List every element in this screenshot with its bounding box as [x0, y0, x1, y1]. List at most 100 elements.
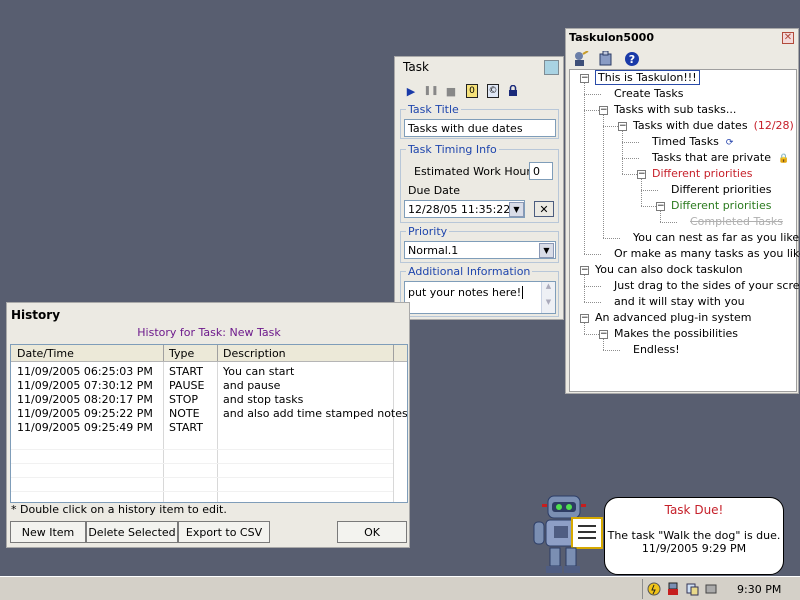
notes-scrollbar[interactable]: ▲ ▼ — [541, 282, 555, 313]
network-icon[interactable] — [684, 581, 700, 597]
cell-type: NOTE — [169, 407, 200, 420]
tree-node[interactable]: You can nest as far as you like — [633, 231, 799, 245]
volume-icon[interactable] — [703, 581, 719, 597]
collapse-toggle-icon[interactable]: − — [580, 74, 589, 83]
tree-node[interactable]: Different priorities — [671, 199, 771, 213]
tree-node[interactable]: Tasks that are private 🔒 — [652, 151, 789, 165]
lock-icon[interactable] — [503, 82, 523, 100]
task-tree[interactable]: − This is Taskulon!!! Create Tasks − Tasks w… — [569, 69, 800, 392]
tree-node[interactable]: Completed Tasks — [690, 215, 783, 229]
delete-selected-button[interactable]: Delete Selected — [86, 521, 178, 543]
column-divider[interactable] — [217, 345, 218, 361]
play-icon[interactable]: ▶ — [401, 82, 421, 100]
history-subtitle: History for Task: New Task — [137, 326, 281, 339]
collapse-toggle-icon[interactable]: − — [599, 330, 608, 339]
tree-node-label: Create Tasks — [614, 87, 684, 100]
tree-node[interactable]: Timed Tasks ⟳ — [652, 135, 733, 149]
due-date-dropdown[interactable]: ▼ — [509, 202, 524, 217]
cell-type: START — [169, 365, 203, 378]
collapse-toggle-icon[interactable]: − — [637, 170, 646, 179]
tree-connector — [660, 210, 661, 222]
due-date-input[interactable]: 12/28/05 11:35:22 — [404, 200, 525, 218]
column-header-datetime[interactable]: Date/Time — [17, 347, 74, 360]
timer-icon[interactable]: 0 — [461, 82, 483, 100]
lock-icon: 🔒 — [777, 154, 790, 164]
copy-icon[interactable]: © — [483, 82, 503, 100]
help-icon[interactable]: ? — [621, 51, 643, 67]
taskbar-clock[interactable]: 9:30 PM — [737, 583, 781, 596]
task-title-input[interactable]: Tasks with due dates — [404, 119, 556, 137]
collapse-toggle-icon[interactable]: − — [580, 266, 589, 275]
tree-node-label: Tasks that are private — [652, 151, 771, 164]
task-toolbar: ▶ ❚❚ ■ 0 © — [401, 80, 558, 102]
history-table[interactable]: Date/Time Type Description 11/09/2005 06… — [10, 344, 408, 503]
stop-icon[interactable]: ■ — [441, 82, 461, 100]
grid-line — [393, 362, 394, 502]
tree-node-label: Tasks with due dates — [633, 119, 748, 132]
clear-due-date-button[interactable]: ✕ — [534, 201, 554, 217]
taskulon-tray-icon[interactable] — [665, 581, 681, 597]
taskbar: 9:30 PM — [0, 576, 800, 600]
new-item-button[interactable]: New Item — [10, 521, 86, 543]
tree-node[interactable]: Different priorities — [671, 183, 771, 197]
tree-node[interactable]: Endless! — [633, 343, 680, 357]
history-hint: * Double click on a history item to edit… — [11, 503, 227, 516]
scroll-up-icon[interactable]: ▲ — [542, 282, 555, 290]
tree-node[interactable]: You can also dock taskulon — [595, 263, 743, 277]
priority-select[interactable]: Normal.1 — [404, 241, 556, 259]
cell-type: START — [169, 421, 203, 434]
tree-connector — [584, 302, 601, 303]
tree-node-label: Completed Tasks — [690, 215, 783, 228]
scroll-down-icon[interactable]: ▼ — [542, 298, 555, 306]
power-icon[interactable] — [646, 581, 662, 597]
column-header-description[interactable]: Description — [223, 347, 286, 360]
est-hours-input[interactable]: 0 — [529, 162, 553, 180]
column-header-type[interactable]: Type — [169, 347, 194, 360]
priority-dropdown[interactable]: ▼ — [539, 243, 554, 258]
tree-node[interactable]: Makes the possibilities — [614, 327, 738, 341]
task-color-swatch[interactable] — [544, 60, 559, 75]
collapse-toggle-icon[interactable]: − — [599, 106, 608, 115]
collapse-toggle-icon[interactable]: − — [618, 122, 627, 131]
table-row[interactable]: 11/09/2005 06:25:03 PM START You can start — [11, 365, 391, 379]
notes-textarea[interactable]: put your notes here! — [404, 281, 556, 314]
table-row[interactable]: 11/09/2005 07:30:12 PM PAUSE and pause — [11, 379, 391, 393]
tree-node[interactable]: An advanced plug-in system — [595, 311, 752, 325]
notification-time: 11/9/2005 9:29 PM — [641, 542, 747, 555]
export-csv-button[interactable]: Export to CSV — [178, 521, 270, 543]
tree-connector — [603, 238, 620, 239]
task-due-notification[interactable]: Task Due! The task "Walk the dog" is due… — [604, 497, 784, 575]
cell-description: and pause — [223, 379, 281, 392]
grid-line — [11, 463, 393, 464]
grid-line — [11, 449, 393, 450]
wizard-icon[interactable] — [569, 51, 591, 67]
tree-node[interactable]: Tasks with sub tasks... — [614, 103, 736, 117]
notification-message: The task "Walk the dog" is due. — [607, 529, 781, 542]
notes-value: put your notes here! — [408, 286, 522, 299]
plugin-icon[interactable] — [595, 51, 617, 67]
pause-icon[interactable]: ❚❚ — [421, 82, 441, 100]
close-icon[interactable]: ✕ — [782, 32, 794, 44]
tree-node-label: Endless! — [633, 343, 680, 356]
table-row[interactable]: 11/09/2005 08:20:17 PM STOP and stop tasks — [11, 393, 391, 407]
tree-node[interactable]: This is Taskulon!!! — [595, 70, 700, 85]
cell-description: and also add time stamped notes! — [223, 407, 408, 420]
column-divider[interactable] — [393, 345, 394, 361]
collapse-toggle-icon[interactable]: − — [580, 314, 589, 323]
tree-node[interactable]: Tasks with due dates (12/28) — [633, 119, 794, 133]
tree-node-label: Makes the possibilities — [614, 327, 739, 340]
ok-button[interactable]: OK — [337, 521, 407, 543]
column-divider[interactable] — [163, 345, 164, 361]
table-row[interactable]: 11/09/2005 09:25:49 PM START — [11, 421, 391, 435]
tree-node-label: Different priorities — [652, 167, 753, 180]
tree-node[interactable]: Just drag to the sides of your screen — [614, 279, 800, 293]
tree-node[interactable]: Create Tasks — [614, 87, 684, 101]
task-title-label: Task Title — [406, 103, 461, 116]
collapse-toggle-icon[interactable]: − — [656, 202, 665, 211]
tree-node[interactable]: Or make as many tasks as you like — [614, 247, 800, 261]
tree-node[interactable]: and it will stay with you — [614, 295, 745, 309]
tree-connector — [584, 254, 601, 255]
robot-mascot-icon[interactable] — [528, 494, 606, 576]
tree-node[interactable]: Different priorities — [652, 167, 752, 181]
table-row[interactable]: 11/09/2005 09:25:22 PM NOTE and also add t… — [11, 407, 407, 421]
